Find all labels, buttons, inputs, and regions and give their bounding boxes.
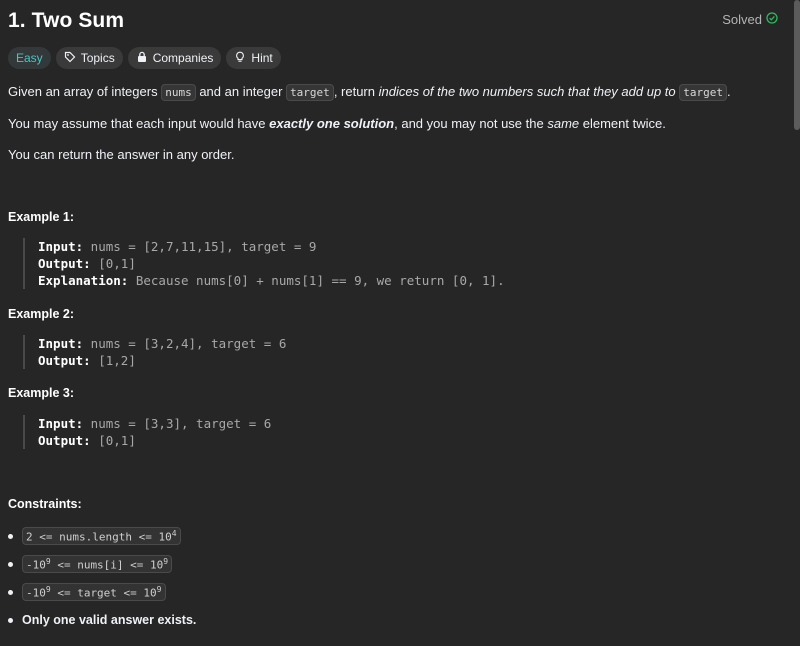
example-1-heading: Example 1:: [8, 210, 75, 224]
output-value: [0,1]: [90, 433, 136, 448]
text: <= target <= 10: [50, 586, 157, 600]
input-value: nums = [2,7,11,15], target = 9: [83, 239, 317, 254]
description-paragraph-1: Given an array of integers nums and an i…: [8, 84, 731, 101]
emphasis-text: same: [547, 116, 580, 131]
example-3-block: Input: nums = [3,3], target = 6 Output: …: [23, 415, 271, 449]
text: -10: [26, 558, 46, 572]
input-label: Input:: [38, 416, 84, 431]
tag-icon: [64, 51, 76, 66]
input-label: Input:: [38, 336, 84, 351]
description-paragraph-2: You may assume that each input would hav…: [8, 116, 666, 131]
constraints-heading: Constraints:: [8, 497, 82, 511]
text: element twice.: [579, 116, 666, 131]
topics-label: Topics: [80, 51, 115, 65]
inline-code-target: target: [286, 84, 334, 101]
strong-text: exactly one solution: [269, 116, 395, 131]
example-2-heading: Example 2:: [8, 307, 75, 321]
explanation-value: Because nums[0] + nums[1] == 9, we retur…: [128, 273, 505, 288]
input-label: Input:: [38, 239, 84, 254]
superscript: 9: [156, 584, 162, 594]
emphasis-text: indices of the two numbers such that the…: [378, 84, 676, 99]
description-paragraph-3: You can return the answer in any order.: [8, 147, 235, 162]
list-item: -109 <= nums[i] <= 109: [8, 550, 196, 578]
constraint-code: -109 <= nums[i] <= 109: [22, 554, 173, 574]
example-3-heading: Example 3:: [8, 386, 75, 400]
output-label: Output:: [38, 433, 91, 448]
difficulty-badge[interactable]: Easy: [8, 47, 51, 69]
example-1-block: Input: nums = [2,7,11,15], target = 9 Ou…: [23, 238, 505, 289]
text: -10: [26, 586, 46, 600]
constraint-code: -109 <= target <= 109: [22, 582, 166, 602]
text: 2 <= nums.length <= 10: [26, 530, 172, 544]
explanation-label: Explanation:: [38, 273, 129, 288]
topics-button[interactable]: Topics: [55, 47, 123, 69]
output-label: Output:: [38, 353, 91, 368]
text: <= nums[i] <= 10: [50, 558, 164, 572]
list-item: -109 <= target <= 109: [8, 578, 196, 606]
lightbulb-icon: [234, 51, 246, 66]
inline-code-nums: nums: [161, 84, 196, 101]
superscript: 4: [171, 528, 177, 538]
check-circle-icon: [766, 12, 778, 27]
list-item: Only one valid answer exists.: [8, 606, 196, 634]
input-value: nums = [3,2,4], target = 6: [83, 336, 287, 351]
hint-label: Hint: [251, 51, 273, 65]
output-value: [0,1]: [90, 256, 136, 271]
example-2-block: Input: nums = [3,2,4], target = 6 Output…: [23, 335, 286, 369]
problem-tags: Easy Topics Companies Hint: [8, 47, 281, 69]
output-value: [1,2]: [90, 353, 136, 368]
constraint-code: 2 <= nums.length <= 104: [22, 526, 181, 546]
text: Given an array of integers: [8, 84, 162, 99]
hint-button[interactable]: Hint: [226, 47, 281, 69]
solved-label: Solved: [722, 12, 762, 27]
input-value: nums = [3,3], target = 6: [83, 416, 272, 431]
output-label: Output:: [38, 256, 91, 271]
companies-label: Companies: [152, 51, 214, 65]
problem-title: 1. Two Sum: [8, 9, 125, 32]
lock-icon: [136, 51, 148, 66]
constraints-list: 2 <= nums.length <= 104 -10 9 <= nums[i] …: [8, 522, 196, 634]
inline-code-target: target: [679, 84, 727, 101]
text: .: [727, 84, 731, 99]
constraint-text: Only one valid answer exists.: [22, 613, 197, 627]
text: , and you may not use the: [394, 116, 548, 131]
list-item: 2 <= nums.length <= 104: [8, 522, 196, 550]
text: and an integer: [195, 84, 287, 99]
text: , return: [333, 84, 379, 99]
scrollbar-thumb[interactable]: [794, 0, 800, 130]
text: You may assume that each input would hav…: [8, 116, 270, 131]
solved-status: Solved: [722, 12, 778, 27]
companies-button[interactable]: Companies: [127, 47, 222, 69]
superscript: 9: [163, 556, 169, 566]
